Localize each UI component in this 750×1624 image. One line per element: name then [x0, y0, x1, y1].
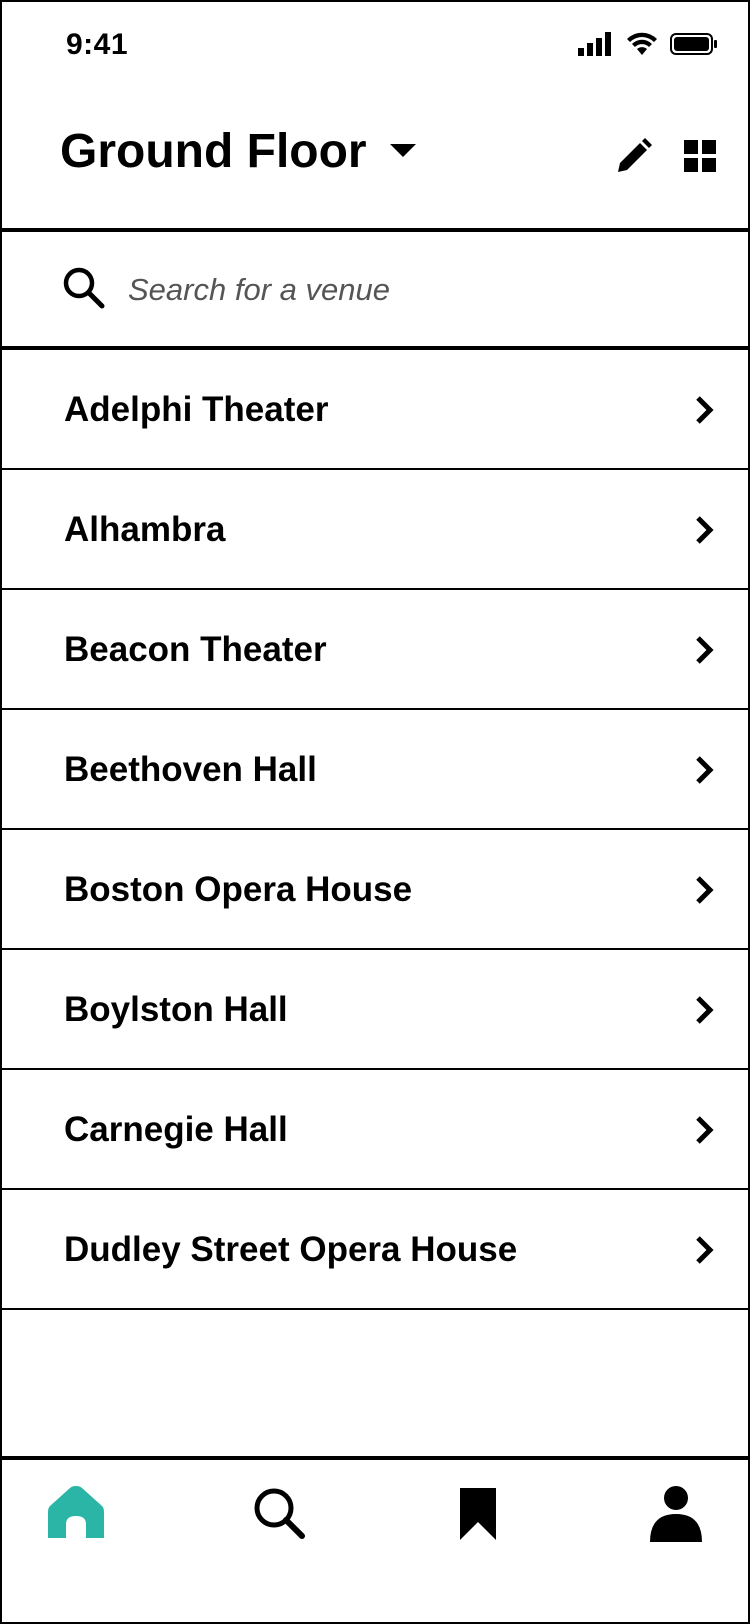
phone-frame: 9:41 Ground Floor Search for a venue Ade… — [0, 0, 750, 1624]
grid-icon[interactable] — [684, 140, 716, 172]
tab-bar — [2, 1456, 748, 1622]
chevron-right-icon — [696, 876, 714, 904]
chevron-right-icon — [696, 996, 714, 1024]
home-icon[interactable] — [44, 1482, 108, 1546]
venue-name: Adelphi Theater — [64, 390, 329, 429]
venue-row-beacon-theater[interactable]: Beacon Theater — [2, 590, 748, 710]
battery-icon — [670, 33, 717, 55]
signal-icon — [578, 32, 611, 56]
status-time: 9:41 — [66, 28, 129, 61]
venue-name: Carnegie Hall — [64, 1110, 288, 1149]
venue-name: Beethoven Hall — [64, 750, 317, 789]
status-bar: 9:41 — [2, 2, 748, 92]
chevron-right-icon — [696, 636, 714, 664]
search-icon — [63, 267, 105, 309]
caret-down-icon[interactable] — [390, 144, 416, 157]
venue-row-carnegie-hall[interactable]: Carnegie Hall — [2, 1070, 748, 1190]
venue-row-alhambra[interactable]: Alhambra — [2, 470, 748, 590]
person-icon[interactable] — [644, 1482, 708, 1546]
floor-title[interactable]: Ground Floor — [60, 124, 367, 179]
status-icons — [578, 32, 718, 56]
venue-row-boylston-hall[interactable]: Boylston Hall — [2, 950, 748, 1070]
venue-row-beethoven-hall[interactable]: Beethoven Hall — [2, 710, 748, 830]
venue-name: Beacon Theater — [64, 630, 327, 669]
chevron-right-icon — [696, 516, 714, 544]
wifi-icon — [627, 32, 657, 55]
chevron-right-icon — [696, 396, 714, 424]
search-bar[interactable] — [2, 232, 748, 350]
header: Ground Floor — [2, 92, 748, 232]
chevron-right-icon — [696, 756, 714, 784]
venue-row-boston-opera-house[interactable]: Boston Opera House — [2, 830, 748, 950]
venue-name: Alhambra — [64, 510, 226, 549]
venue-list: Adelphi Theater Alhambra Beacon Theater … — [2, 350, 748, 1310]
venue-name: Boylston Hall — [64, 990, 288, 1029]
search-icon[interactable] — [248, 1482, 312, 1546]
search-input[interactable] — [128, 262, 688, 318]
chevron-right-icon — [696, 1236, 714, 1264]
bookmark-icon[interactable] — [446, 1482, 510, 1546]
venue-row-adelphi-theater[interactable]: Adelphi Theater — [2, 350, 748, 470]
pencil-icon[interactable] — [614, 136, 654, 176]
venue-row-dudley-street-opera-house[interactable]: Dudley Street Opera House — [2, 1190, 748, 1310]
venue-name: Boston Opera House — [64, 870, 413, 909]
venue-name: Dudley Street Opera House — [64, 1230, 518, 1269]
chevron-right-icon — [696, 1116, 714, 1144]
